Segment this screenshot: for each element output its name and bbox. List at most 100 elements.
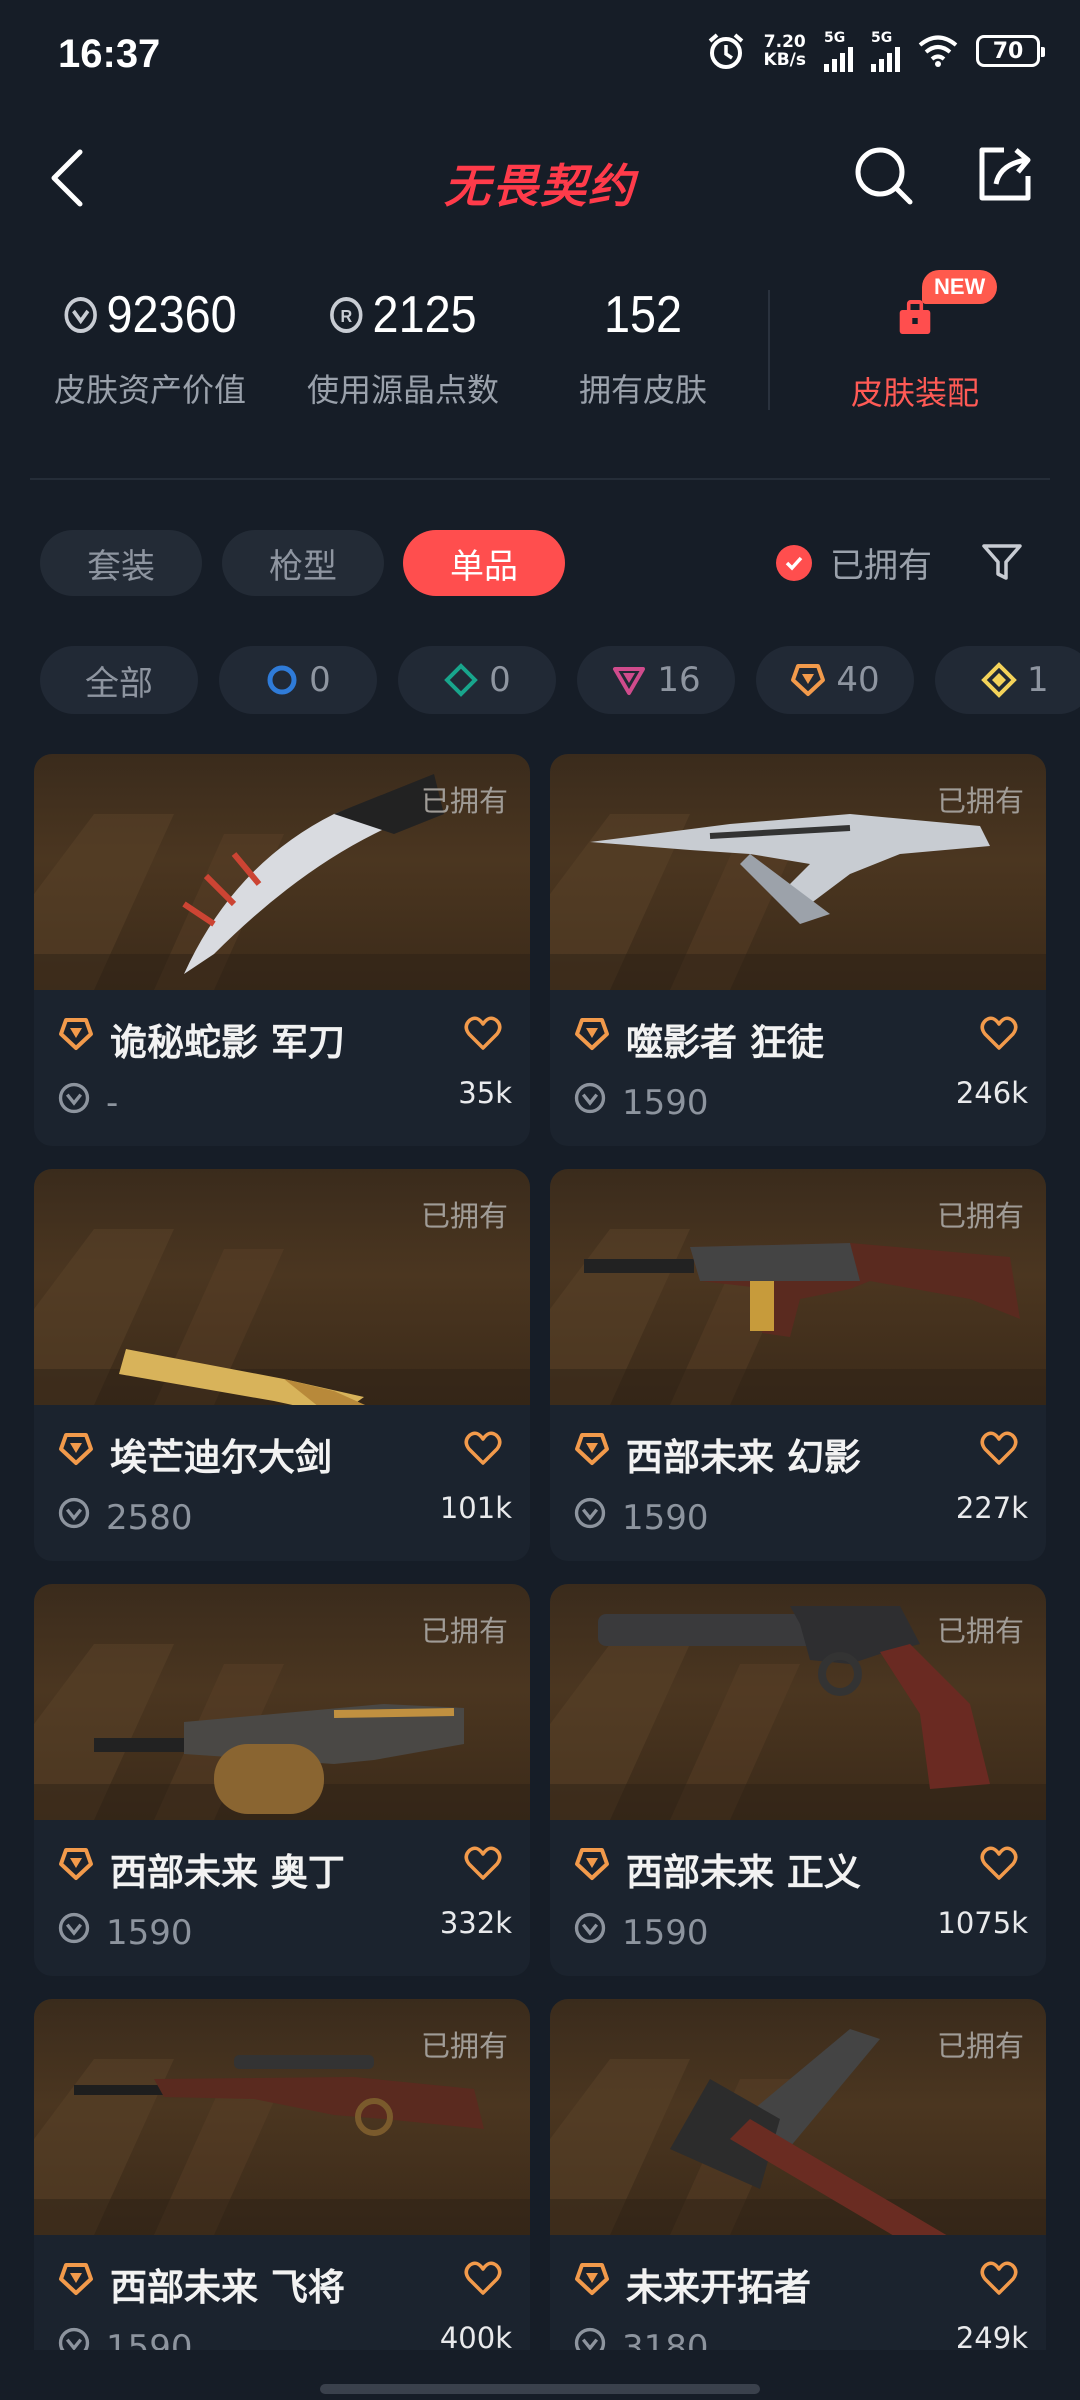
skin-image: 已拥有	[550, 1584, 1046, 1820]
skin-image: 已拥有	[550, 1169, 1046, 1405]
page-title: 无畏契约	[444, 159, 636, 213]
vp-coin-icon	[64, 297, 97, 333]
heart-icon[interactable]	[980, 1846, 1018, 1886]
exclusive-tier-icon	[791, 664, 826, 696]
skin-image: 已拥有	[34, 754, 530, 990]
skin-image: 已拥有	[550, 1999, 1046, 2235]
search-icon[interactable]	[852, 144, 916, 208]
app-header: 无畏契约	[0, 120, 1080, 240]
skin-image: 已拥有	[34, 1169, 530, 1405]
status-bar: 16:37 7.20 KB/s 5G 5G 70	[0, 0, 1080, 110]
owned-filter-toggle[interactable]: 已拥有	[776, 538, 932, 587]
skin-card[interactable]: 已拥有噬影者 狂徒 1590 246k	[550, 754, 1046, 1146]
skin-name: 西部未来 奥丁	[110, 1851, 345, 1894]
premium-tier-icon	[613, 667, 646, 695]
tier-badge	[574, 1016, 610, 1056]
owned-label: 已拥有	[936, 2029, 1024, 2063]
vp-coin-icon	[574, 1082, 606, 1123]
tier-chip-premium[interactable]: 16	[577, 646, 735, 714]
owned-label: 已拥有	[936, 1614, 1024, 1648]
skin-card[interactable]: 已拥有 西部未来 正义 1590 1075k	[550, 1584, 1046, 1976]
heart-icon[interactable]	[464, 1846, 502, 1886]
signal-1: 5G	[824, 30, 853, 72]
home-indicator[interactable]	[320, 2384, 760, 2394]
signal-2: 5G	[871, 30, 900, 72]
skin-card[interactable]: 已拥有 西部未来 飞将 1590 400k	[34, 1999, 530, 2391]
loadout-briefcase-icon	[899, 300, 931, 334]
filter-funnel-icon[interactable]	[980, 540, 1024, 584]
vp-coin-icon	[58, 1912, 90, 1953]
loadout-button[interactable]: 皮肤装配	[820, 288, 1010, 414]
skin-name: 西部未来 幻影	[626, 1436, 861, 1479]
tier-chip-exclusive[interactable]: 40	[756, 646, 914, 714]
like-count: 1075k	[937, 1906, 1028, 1940]
skin-price: 1590	[58, 1912, 193, 1953]
skin-price: 1590	[574, 1082, 709, 1123]
vp-coin-icon	[574, 1912, 606, 1953]
wifi-icon	[918, 35, 958, 67]
heart-icon[interactable]	[464, 2261, 502, 2301]
skin-card[interactable]: 已拥有 未来开拓者 3180 249k	[550, 1999, 1046, 2391]
tier-chip-ultra[interactable]: 1	[935, 646, 1080, 714]
skin-card[interactable]: 已拥有 诡秘蛇影 军刀 - 35k	[34, 754, 530, 1146]
heart-icon[interactable]	[464, 1016, 502, 1056]
exclusive-tier-icon	[59, 1018, 93, 1050]
skin-image: 已拥有	[34, 1584, 530, 1820]
share-icon[interactable]	[974, 142, 1036, 206]
heart-icon[interactable]	[980, 1431, 1018, 1471]
skin-price: -	[58, 1082, 118, 1123]
skin-name: 噬影者 狂徒	[626, 1021, 824, 1064]
exclusive-tier-icon	[575, 1018, 609, 1050]
owned-label: 已拥有	[420, 1199, 508, 1233]
heart-icon[interactable]	[980, 1016, 1018, 1056]
tier-chip-all[interactable]: 全部	[40, 646, 198, 714]
exclusive-tier-icon	[59, 2263, 93, 2295]
tier-chip-deluxe[interactable]: 0	[398, 646, 556, 714]
like-count: 227k	[955, 1491, 1028, 1525]
skin-price: 1590	[574, 1497, 709, 1538]
owned-label: 已拥有	[936, 784, 1024, 818]
like-count: 332k	[439, 1906, 512, 1940]
tier-badge	[58, 1016, 94, 1056]
heart-icon[interactable]	[464, 1431, 502, 1471]
exclusive-tier-icon	[575, 1848, 609, 1880]
svg-text:R: R	[341, 306, 353, 326]
tier-badge	[574, 1846, 610, 1886]
stat-owned-skins: 152 拥有皮肤	[578, 286, 707, 409]
owned-label: 已拥有	[420, 1614, 508, 1648]
like-count: 101k	[439, 1491, 512, 1525]
tier-badge	[58, 2261, 94, 2301]
battery-indicator: 70	[976, 35, 1045, 67]
radianite-icon: R	[330, 297, 363, 333]
stats-divider	[768, 290, 770, 410]
tier-badge	[58, 1846, 94, 1886]
vp-coin-icon	[574, 1497, 606, 1538]
like-count: 35k	[458, 1076, 512, 1110]
tab-single-item[interactable]: 单品	[403, 530, 565, 596]
deluxe-tier-icon	[444, 663, 479, 697]
tier-badge	[574, 1431, 610, 1471]
skin-image: 已拥有	[34, 1999, 530, 2235]
tier-badge	[58, 1431, 94, 1471]
net-speed: 7.20 KB/s	[763, 32, 806, 70]
status-time: 16:37	[58, 32, 161, 76]
stat-radianite: R 2125 使用源晶点数	[306, 286, 499, 409]
stat-asset-value: 92360 皮肤资产价值	[53, 286, 246, 409]
owned-label: 已拥有	[936, 1199, 1024, 1233]
section-divider	[30, 478, 1050, 480]
exclusive-tier-icon	[575, 2263, 609, 2295]
owned-label: 已拥有	[420, 2029, 508, 2063]
tier-chip-select[interactable]: 0	[219, 646, 377, 714]
vp-coin-icon	[58, 1082, 90, 1123]
heart-icon[interactable]	[980, 2261, 1018, 2301]
tab-bundle[interactable]: 套装	[40, 530, 202, 596]
skin-card[interactable]: 已拥有 埃芒迪尔大剑 2580 101k	[34, 1169, 530, 1561]
skin-card[interactable]: 已拥有西部未来 幻影 1590 227k	[550, 1169, 1046, 1561]
exclusive-tier-icon	[575, 1433, 609, 1465]
exclusive-tier-icon	[59, 1848, 93, 1880]
like-count: 246k	[955, 1076, 1028, 1110]
tab-weapon-type[interactable]: 枪型	[222, 530, 384, 596]
skin-card[interactable]: 已拥有西部未来 奥丁 1590 332k	[34, 1584, 530, 1976]
skin-name: 未来开拓者	[626, 2266, 811, 2309]
skin-image: 已拥有	[550, 754, 1046, 990]
